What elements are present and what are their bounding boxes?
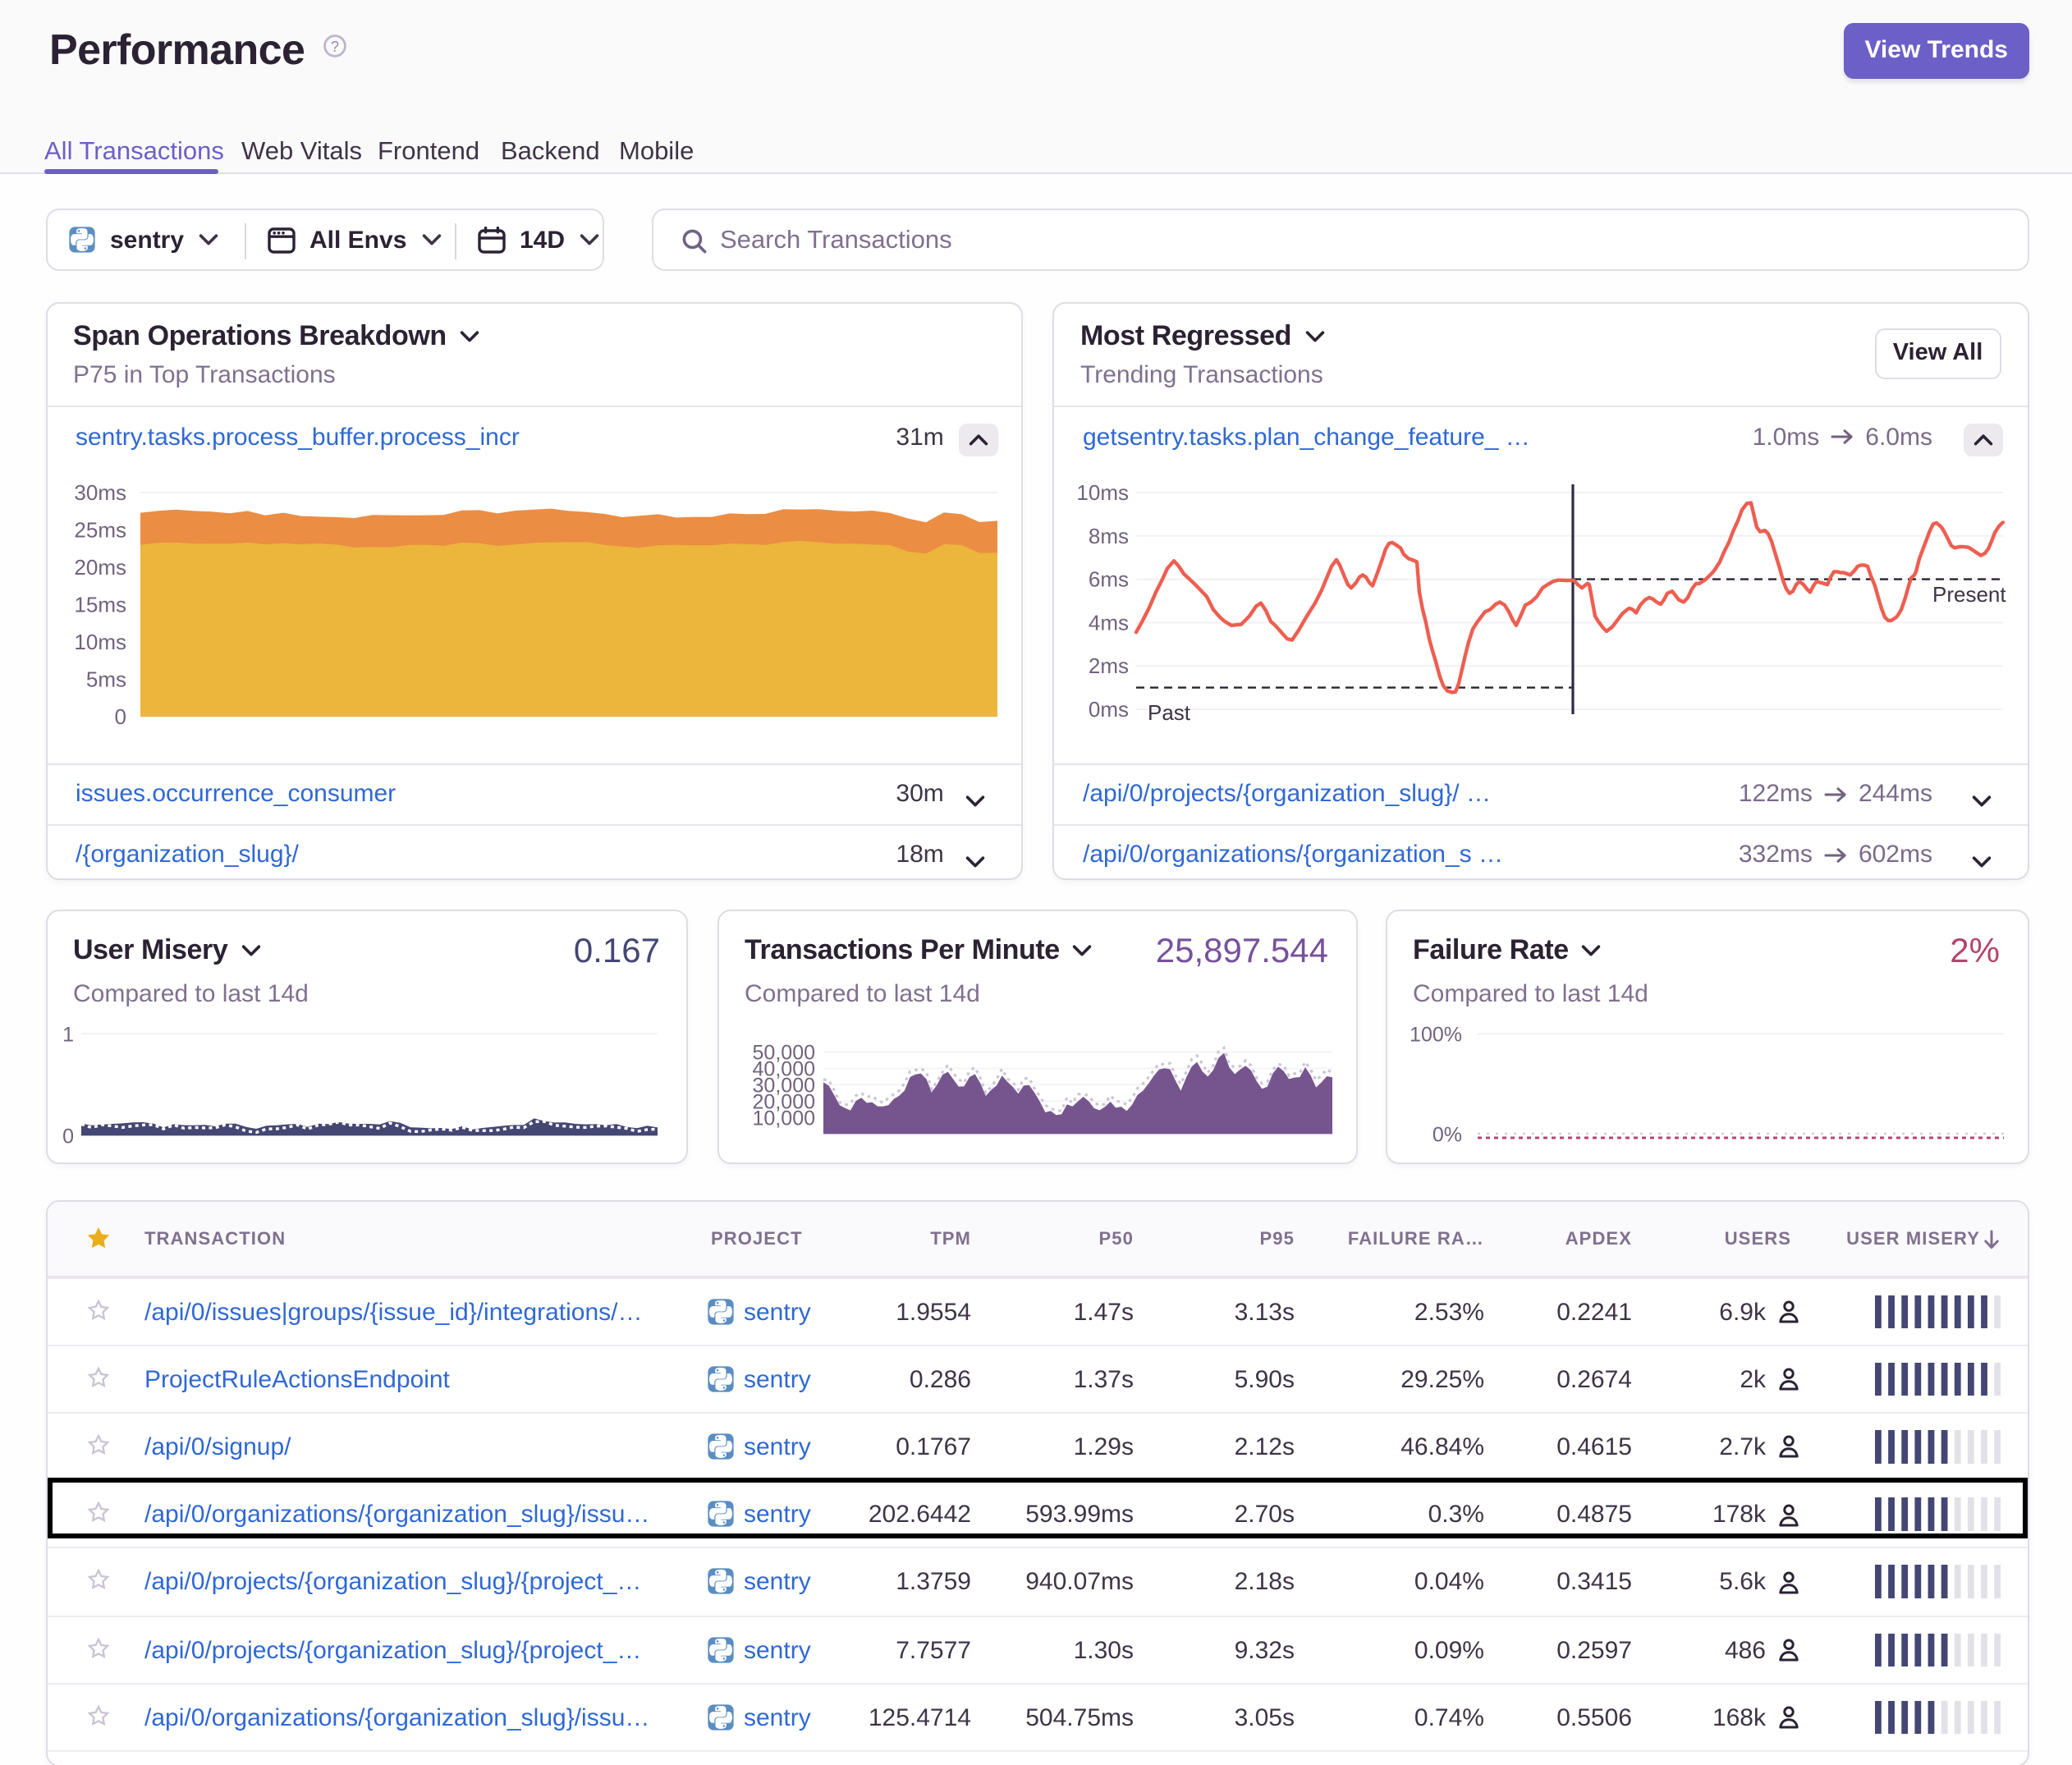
- svg-text:Present: Present: [1932, 582, 2006, 607]
- svg-text:10ms: 10ms: [1076, 480, 1129, 505]
- svg-text:8ms: 8ms: [1089, 524, 1129, 548]
- svg-text:?: ?: [331, 39, 339, 55]
- svg-text:15ms: 15ms: [73, 593, 126, 617]
- svg-text:5ms: 5ms: [85, 667, 126, 692]
- svg-text:2ms: 2ms: [1089, 653, 1129, 678]
- svg-text:4ms: 4ms: [1089, 610, 1129, 635]
- svg-text:1: 1: [62, 1024, 73, 1047]
- svg-text:0: 0: [114, 704, 126, 729]
- svg-text:20ms: 20ms: [73, 555, 126, 580]
- svg-text:30ms: 30ms: [73, 480, 126, 505]
- svg-text:Past: Past: [1148, 700, 1191, 725]
- svg-text:0ms: 0ms: [1089, 697, 1129, 722]
- svg-text:0%: 0%: [1432, 1124, 1461, 1147]
- svg-text:10,000: 10,000: [752, 1107, 814, 1130]
- svg-text:6ms: 6ms: [1089, 567, 1129, 592]
- svg-text:25ms: 25ms: [73, 518, 126, 543]
- svg-text:0: 0: [62, 1125, 73, 1148]
- svg-text:10ms: 10ms: [73, 630, 126, 654]
- svg-text:100%: 100%: [1409, 1024, 1461, 1047]
